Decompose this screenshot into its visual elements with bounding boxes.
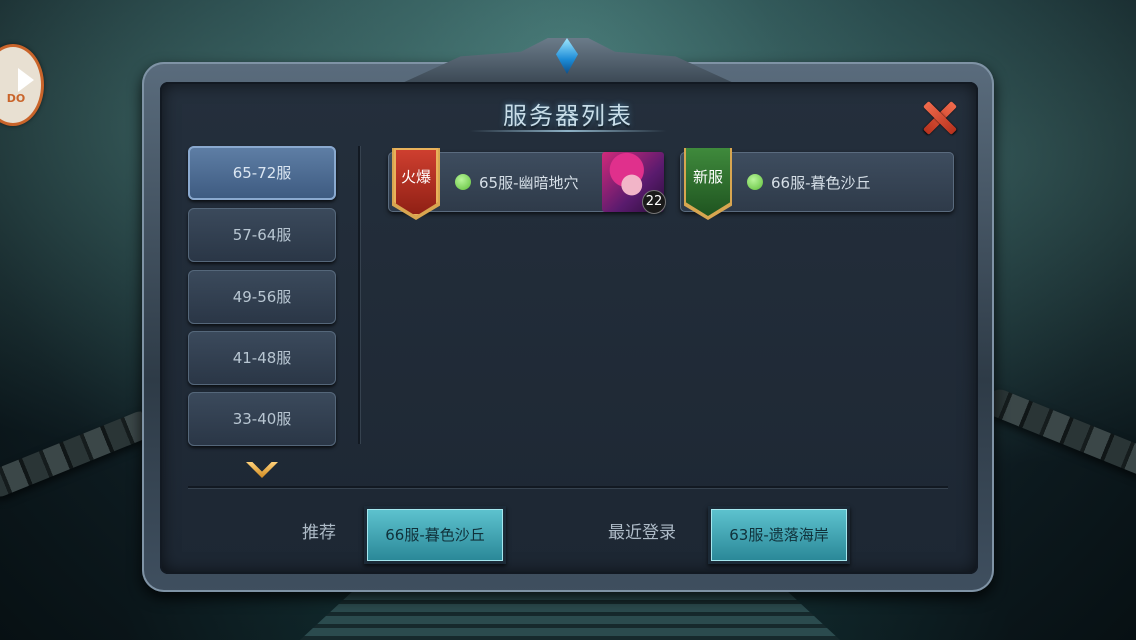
hot-badge: 火爆 — [394, 148, 438, 216]
close-icon[interactable] — [918, 96, 962, 140]
online-status-dot — [747, 174, 763, 190]
range-tab-33-40[interactable]: 33-40服 — [188, 392, 336, 446]
play-arrow-icon — [18, 68, 34, 92]
server-name: 66服-暮色沙丘 — [771, 174, 871, 192]
range-tab-57-64[interactable]: 57-64服 — [188, 208, 336, 262]
new-badge: 新服 — [686, 148, 730, 216]
server-name: 65服-幽暗地穴 — [479, 174, 579, 192]
title-underline — [470, 130, 666, 132]
column-divider — [358, 146, 360, 444]
recommend-label: 推荐 — [302, 523, 336, 543]
range-tab-41-48[interactable]: 41-48服 — [188, 331, 336, 385]
recent-server-button[interactable]: 63服-遗落海岸 — [708, 506, 850, 564]
dialog-title: 服务器列表 — [503, 102, 633, 130]
character-level-badge: 22 — [642, 190, 666, 214]
recommended-server-button[interactable]: 66服-暮色沙丘 — [364, 506, 506, 564]
range-tab-49-56[interactable]: 49-56服 — [188, 270, 336, 324]
recent-login-label: 最近登录 — [608, 523, 676, 543]
range-tab-65-72[interactable]: 65-72服 — [188, 146, 336, 200]
online-status-dot — [455, 174, 471, 190]
logo-text: DO — [6, 92, 26, 105]
footer-divider — [188, 486, 948, 488]
